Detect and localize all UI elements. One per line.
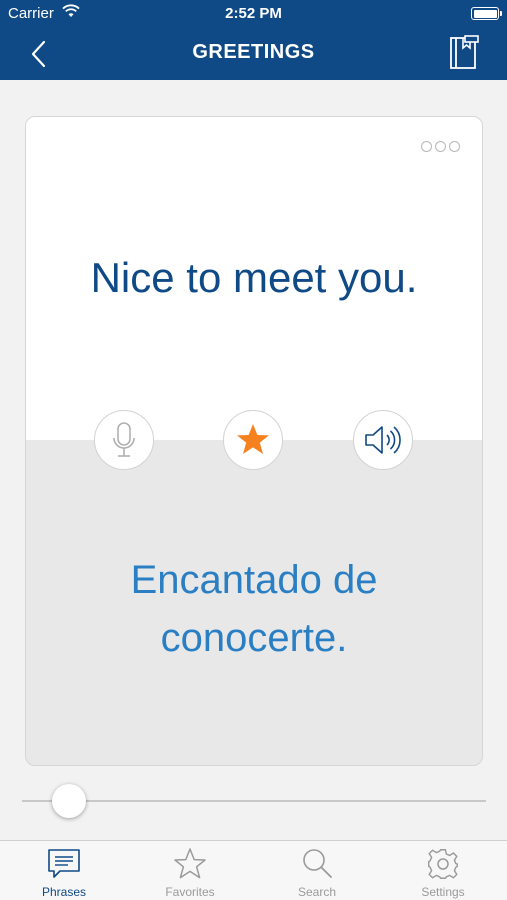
tab-label: Search [297,885,337,899]
microphone-icon [113,422,135,457]
translation-text: Encantado de conocerte. [130,558,378,660]
search-icon [303,849,332,878]
phrase-slider[interactable] [22,783,486,819]
page-title: GREETINGS [192,41,315,63]
microphone-button[interactable] [94,410,154,470]
slider-track [22,800,486,802]
tab-label: Phrases [41,885,87,899]
tab-phrases[interactable]: Phrases [1,841,127,900]
status-bar: Carrier 2:52 PM [0,0,507,28]
notebook-icon[interactable] [447,34,481,72]
more-options-icon[interactable] [421,141,460,152]
phrase-text: Nice to meet you. [90,254,418,301]
tab-search[interactable]: Search [254,841,380,900]
phrase-card: Nice to meet you. Encantado de conocerte… [25,116,483,766]
tab-label: Settings [421,885,465,899]
battery-icon [471,7,502,20]
star-icon [237,424,269,454]
tab-settings[interactable]: Settings [380,841,506,900]
nav-bar: GREETINGS [0,28,507,80]
favorite-button[interactable] [223,410,283,470]
chat-bubble-icon [48,849,80,878]
speaker-icon [365,426,401,454]
clock: 2:52 PM [225,5,282,22]
tab-label: Favorites [165,885,215,899]
tab-favorites[interactable]: Favorites [127,841,253,900]
slider-thumb[interactable] [52,784,86,818]
star-outline-icon [174,848,206,879]
speaker-button[interactable] [353,410,413,470]
tab-bar: Phrases Favorites Search Settings [0,840,507,900]
gear-icon [428,849,458,879]
